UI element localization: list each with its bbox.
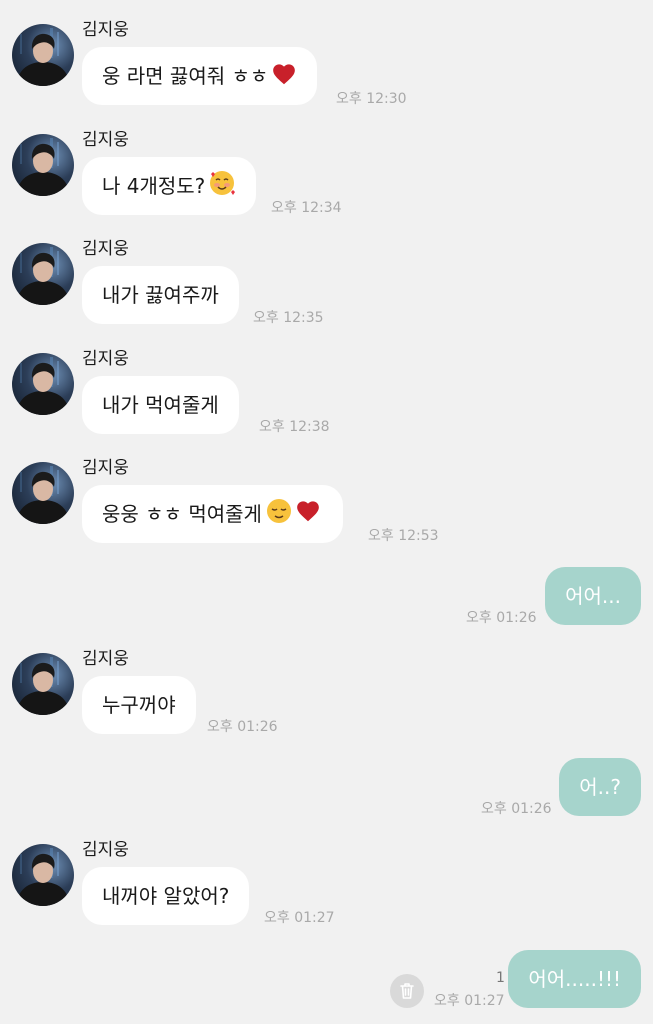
message-text: 누구꺼야 <box>102 693 176 717</box>
message-text: 내꺼야 알았어? <box>102 884 230 908</box>
outgoing-message-bubble[interactable]: 어어... <box>545 567 641 625</box>
message-text: 어어... <box>565 584 621 608</box>
avatar[interactable] <box>12 462 74 524</box>
sender-name: 김지웅 <box>82 349 129 369</box>
incoming-message-bubble[interactable]: 내가 끓여주까 <box>82 266 239 324</box>
sender-name: 김지웅 <box>82 840 129 860</box>
outgoing-message-bubble[interactable]: 어어.....!!! <box>508 950 641 1008</box>
message-timestamp: 오후 01:26 <box>481 801 552 817</box>
sender-name: 김지웅 <box>82 239 129 259</box>
message-text: 어어.....!!! <box>528 967 621 991</box>
message-timestamp: 오후 12:34 <box>271 200 342 216</box>
smiling-face-with-hearts-icon <box>208 161 236 219</box>
message-timestamp: 오후 12:53 <box>368 528 439 544</box>
message-text: 웅웅 ㅎㅎ 먹여줄게 <box>102 502 262 526</box>
sender-name: 김지웅 <box>82 649 129 669</box>
avatar[interactable] <box>12 134 74 196</box>
sender-name: 김지웅 <box>82 458 129 478</box>
incoming-message-bubble[interactable]: 누구꺼야 <box>82 676 196 734</box>
unread-count: 1 <box>496 970 505 986</box>
avatar[interactable] <box>12 844 74 906</box>
message-text: 나 4개정도? <box>102 174 206 198</box>
incoming-message-bubble[interactable]: 웅 라면 끓여줘 ㅎㅎ <box>82 47 318 105</box>
delete-button[interactable] <box>390 974 424 1008</box>
incoming-message-bubble[interactable]: 나 4개정도? <box>82 157 257 215</box>
outgoing-message-bubble[interactable]: 어..? <box>559 758 641 816</box>
message-timestamp: 오후 01:26 <box>207 719 278 735</box>
message-timestamp: 오후 12:30 <box>336 91 407 107</box>
message-timestamp: 오후 12:38 <box>259 419 330 435</box>
message-text: 내가 먹여줄게 <box>102 393 219 417</box>
message-text: 내가 끓여주까 <box>102 283 219 307</box>
avatar[interactable] <box>12 653 74 715</box>
avatar[interactable] <box>12 353 74 415</box>
relieved-face-and-heart-icon <box>265 489 323 547</box>
trash-icon <box>400 983 414 999</box>
sender-name: 김지웅 <box>82 130 129 150</box>
message-timestamp: 오후 01:27 <box>264 910 335 926</box>
message-timestamp: 오후 01:27 <box>434 993 505 1009</box>
message-text: 웅 라면 끓여줘 ㅎㅎ <box>102 64 269 88</box>
message-timestamp: 오후 12:35 <box>253 310 324 326</box>
sender-name: 김지웅 <box>82 20 129 40</box>
avatar[interactable] <box>12 24 74 86</box>
message-timestamp: 오후 01:26 <box>466 610 537 626</box>
heart-icon <box>271 51 297 109</box>
incoming-message-bubble[interactable]: 내꺼야 알았어? <box>82 867 250 925</box>
incoming-message-bubble[interactable]: 웅웅 ㅎㅎ 먹여줄게 <box>82 485 343 543</box>
message-text: 어..? <box>579 775 621 799</box>
incoming-message-bubble[interactable]: 내가 먹여줄게 <box>82 376 239 434</box>
avatar[interactable] <box>12 243 74 305</box>
